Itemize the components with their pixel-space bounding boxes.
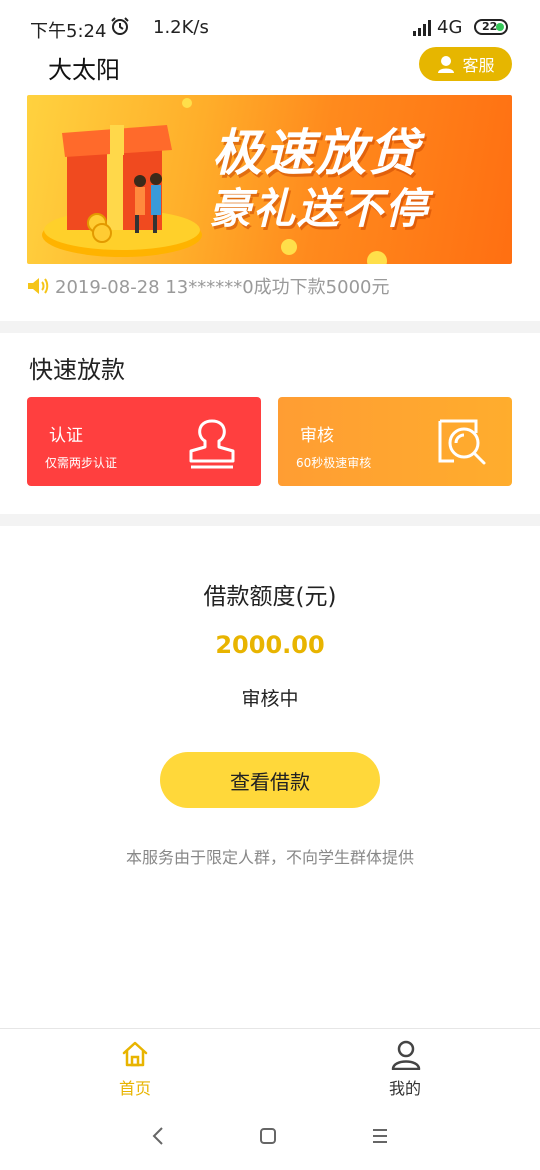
disclaimer-text: 本服务由于限定人群，不向学生群体提供 [125,848,414,867]
speaker-icon [28,278,49,294]
signal-icon [413,20,431,36]
section-divider [0,321,540,333]
nav-item-home[interactable]: 首页 [75,1040,195,1100]
customer-service-label: 客服 [462,56,495,75]
menu-icon[interactable] [362,1118,398,1154]
magnifier-icon [438,419,486,465]
bottom-nav-divider [0,1028,540,1029]
user-icon [391,1040,421,1070]
back-icon[interactable] [140,1118,176,1154]
notice-bar: 2019-08-28 13******0成功下款5000元 [27,273,390,299]
verify-card-subtitle: 仅需两步认证 [45,456,118,470]
nav-item-mine[interactable]: 我的 [345,1040,465,1100]
status-time: 下午5:24 [30,21,107,42]
stamp-icon [189,419,235,469]
status-bar: 下午5:24 1.2K/s 4G 22 [0,0,540,52]
service-user-icon [438,56,455,73]
loan-status: 审核中 [241,688,299,710]
banner-subheadline: 豪礼送不停 [209,184,430,233]
home-icon [122,1041,148,1067]
app-title: 大太阳 [48,56,120,84]
verify-card[interactable]: 认证 仅需两步认证 [27,397,261,486]
battery-icon: 22 [474,19,508,35]
customer-service-button[interactable]: 客服 [419,47,512,81]
notice-text: 2019-08-28 13******0成功下款5000元 [55,277,390,298]
loan-amount: 2000.00 [215,631,325,659]
quick-loan-title: 快速放款 [29,356,125,384]
home-square-icon[interactable] [250,1118,286,1154]
network-type: 4G [437,17,463,38]
nav-label-mine: 我的 [388,1079,421,1098]
view-loan-button[interactable]: 查看借款 [160,752,380,808]
nav-label-home: 首页 [118,1079,151,1098]
review-card-title: 审核 [300,426,334,446]
loan-limit-label: 借款额度(元) [203,584,337,610]
battery-fill [496,23,504,31]
review-card[interactable]: 审核 60秒极速审核 [278,397,512,486]
section-divider-2 [0,514,540,526]
alarm-icon [111,17,129,35]
network-speed: 1.2K/s [153,17,209,38]
review-card-subtitle: 60秒极速审核 [296,456,372,470]
verify-card-title: 认证 [49,426,83,446]
promo-banner[interactable]: 极速放贷 豪礼送不停 [27,95,512,264]
